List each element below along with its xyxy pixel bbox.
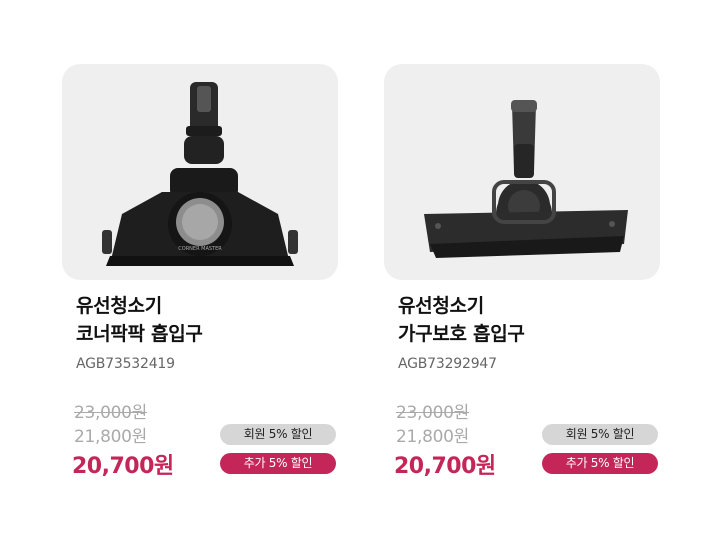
product-title-line2: 가구보호 흡입구 — [398, 323, 525, 345]
product-card[interactable]: 유선청소기 가구보호 흡입구 AGB73292947 23,000원 21,80… — [384, 64, 660, 479]
member-price: 21,800원 — [74, 427, 148, 447]
product-image[interactable]: CORNER MASTER — [62, 64, 338, 280]
model-number: AGB73292947 — [398, 356, 497, 372]
original-price: 23,000원 — [74, 403, 148, 423]
final-price: 20,700원 — [394, 454, 496, 479]
product-card[interactable]: CORNER MASTER 유선청소기 코너팍팍 흡입구 AGB73532419… — [62, 64, 338, 479]
extra-discount-badge: 추가 5% 할인 — [220, 453, 336, 474]
extra-discount-badge: 추가 5% 할인 — [542, 453, 658, 474]
original-price: 23,000원 — [396, 403, 470, 423]
member-discount-badge: 회원 5% 할인 — [220, 424, 336, 445]
final-price: 20,700원 — [72, 454, 174, 479]
product-image[interactable] — [384, 64, 660, 280]
vacuum-nozzle-furniture-image — [424, 100, 628, 258]
product-title-line1: 유선청소기 — [398, 295, 484, 317]
product-title[interactable]: 유선청소기 코너팍팍 흡입구 — [76, 292, 203, 348]
head-label-text: CORNER MASTER — [178, 246, 222, 252]
product-title[interactable]: 유선청소기 가구보호 흡입구 — [398, 292, 525, 348]
product-title-line2: 코너팍팍 흡입구 — [76, 323, 203, 345]
product-title-line1: 유선청소기 — [76, 295, 162, 317]
member-price: 21,800원 — [396, 427, 470, 447]
member-discount-badge: 회원 5% 할인 — [542, 424, 658, 445]
vacuum-nozzle-corner-image: CORNER MASTER — [102, 82, 298, 266]
model-number: AGB73532419 — [76, 356, 175, 372]
